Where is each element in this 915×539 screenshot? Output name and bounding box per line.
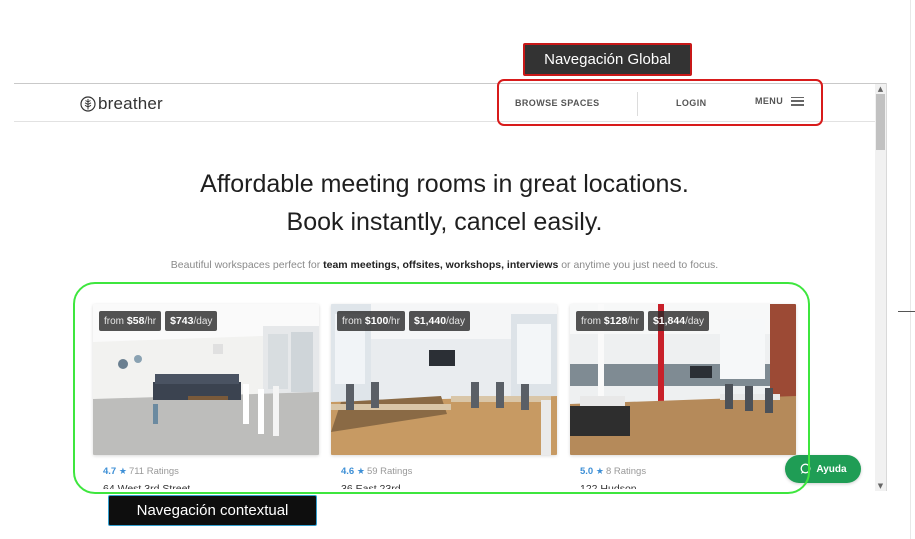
- logo-text: breather: [98, 94, 163, 113]
- hero-title-line-1: Affordable meeting rooms in great locati…: [200, 170, 689, 198]
- contextual-navigation-label: Navegación contextual: [108, 495, 317, 526]
- scroll-down-arrow-icon[interactable]: ▼: [875, 481, 886, 491]
- hero-subtitle: Beautiful workspaces perfect for team me…: [14, 259, 875, 271]
- vertical-scrollbar[interactable]: ▲ ▼: [875, 84, 886, 491]
- global-navigation-label: Navegación Global: [523, 43, 692, 76]
- subtitle-bold: team meetings, offsites, workshops, inte…: [323, 259, 559, 271]
- tree-icon: [80, 96, 96, 112]
- global-navigation-highlight: [497, 79, 823, 126]
- hero-title-line-2: Book instantly, cancel easily.: [286, 208, 603, 236]
- scroll-thumb[interactable]: [876, 94, 885, 150]
- help-chat-label: Ayuda: [816, 463, 847, 475]
- page-edge-tick: [898, 311, 915, 312]
- browser-frame-right: [886, 83, 887, 491]
- screenshot-stage: breather BROWSE SPACES LOGIN MENU Afford…: [0, 0, 915, 539]
- scroll-up-arrow-icon[interactable]: ▲: [875, 84, 886, 94]
- breather-logo[interactable]: breather: [80, 93, 163, 115]
- page-edge-line: [910, 0, 911, 539]
- contextual-navigation-highlight: [73, 282, 810, 494]
- subtitle-prefix: Beautiful workspaces perfect for: [170, 259, 324, 271]
- subtitle-suffix: or anytime you just need to focus.: [558, 259, 719, 271]
